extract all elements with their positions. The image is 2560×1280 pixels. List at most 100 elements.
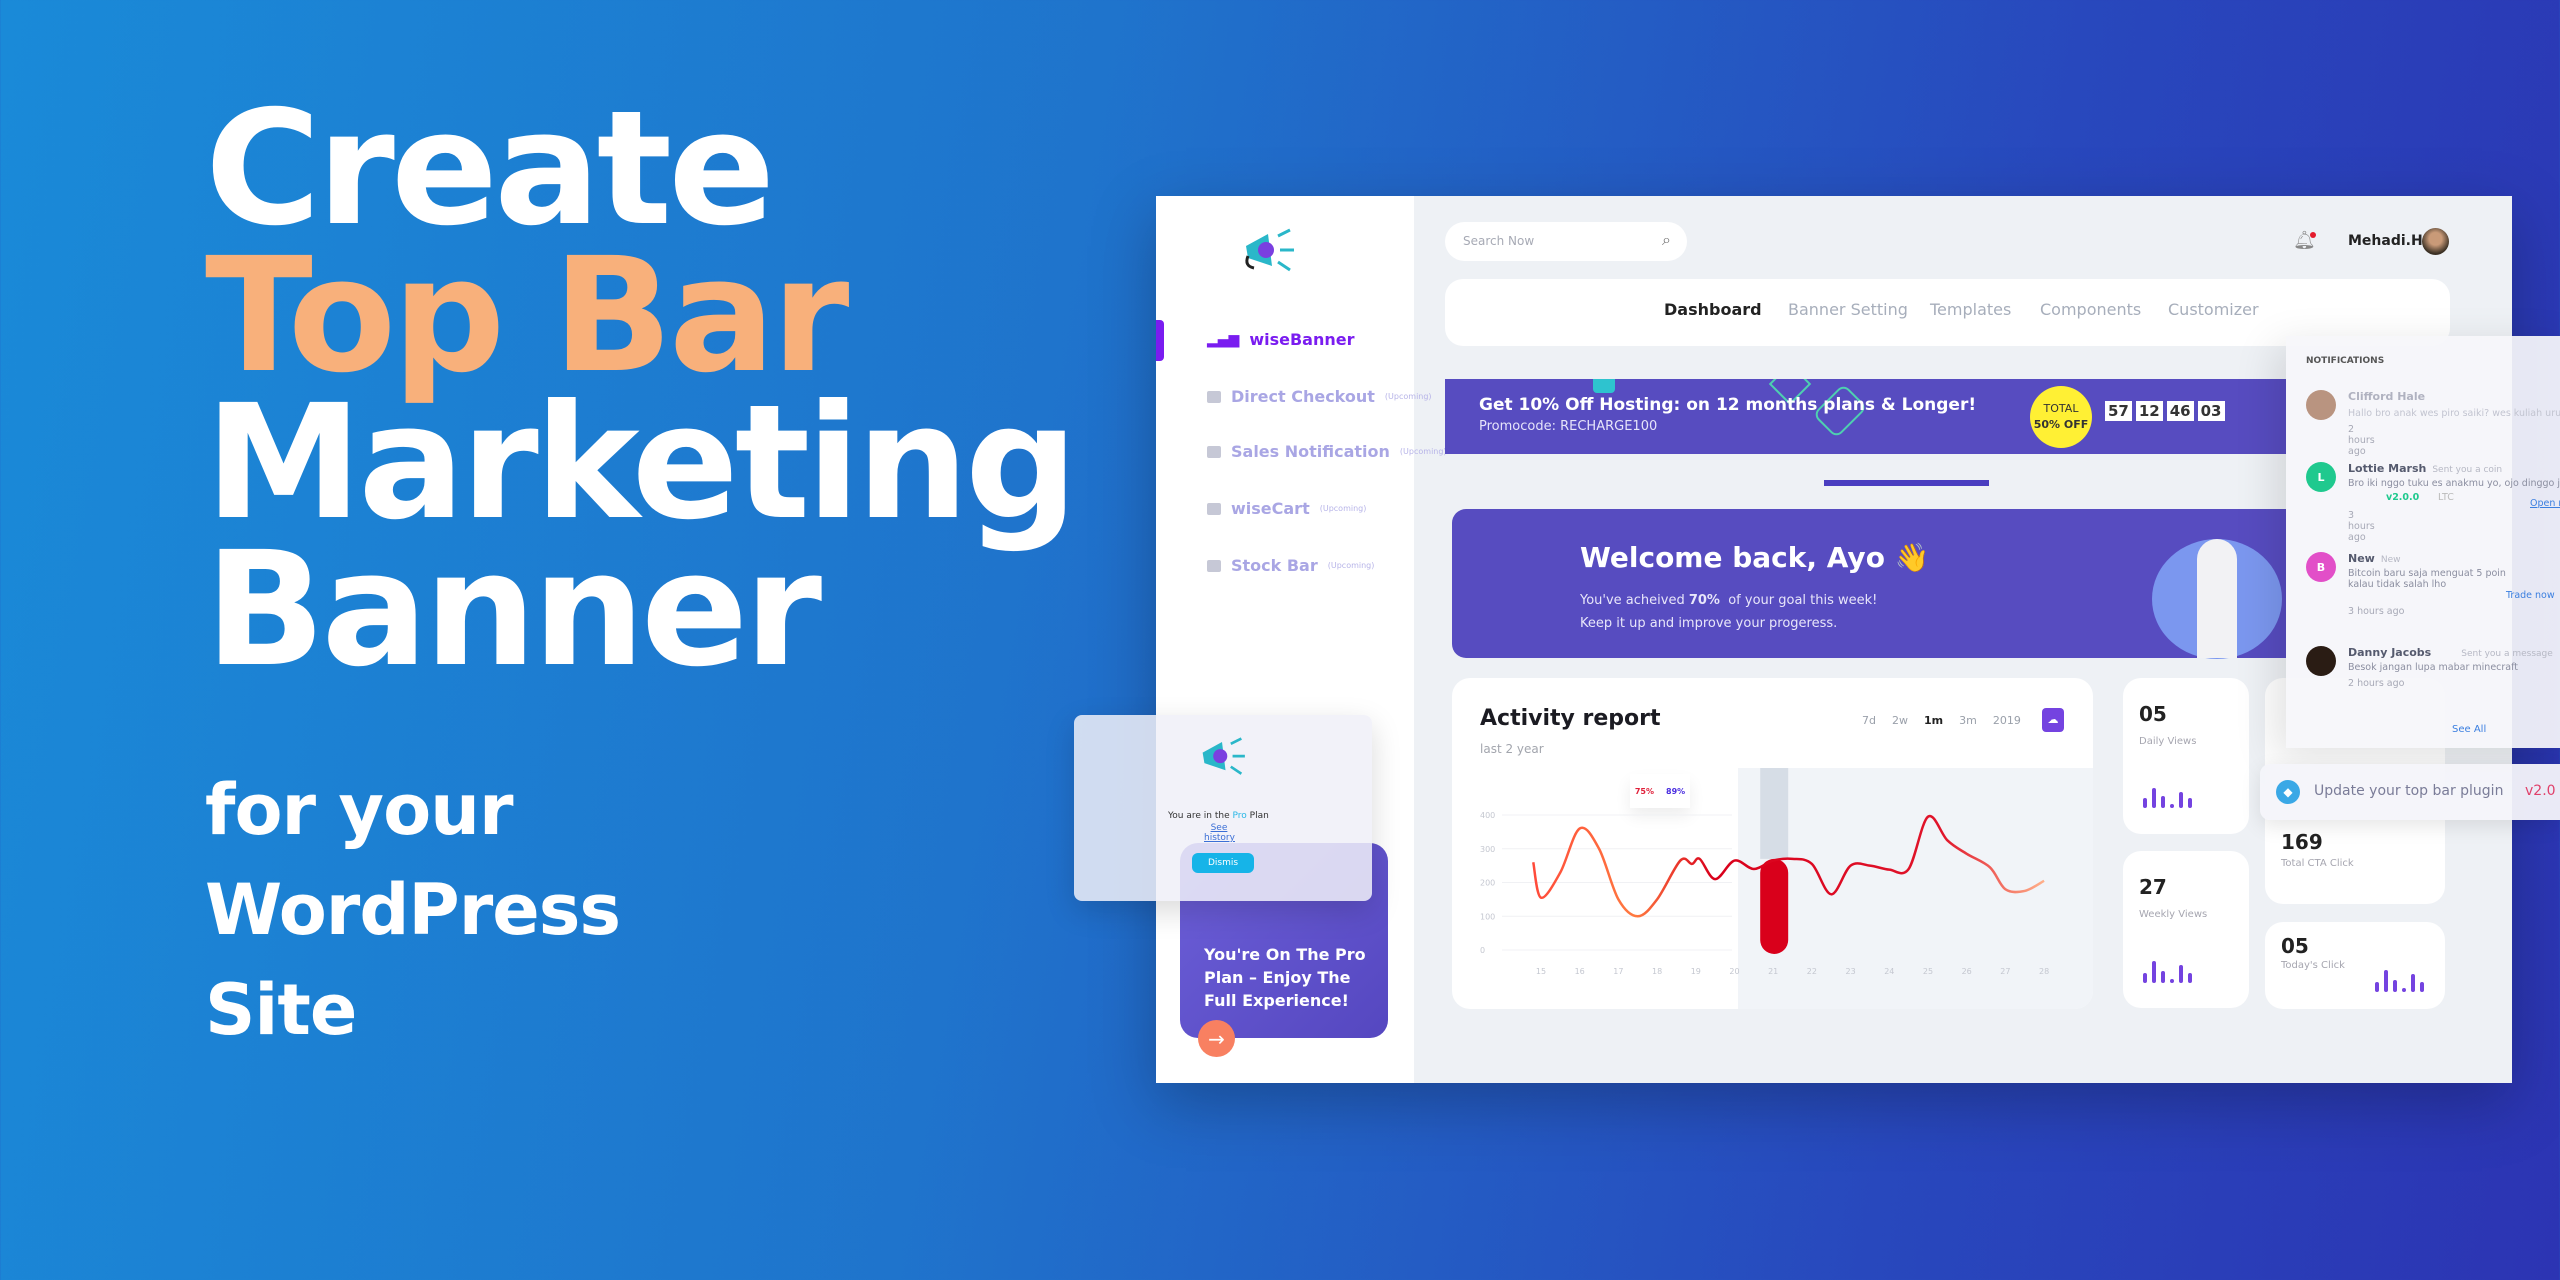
doctor-figure — [2197, 539, 2237, 658]
see-all-link[interactable]: See All — [2452, 724, 2486, 735]
stat-value: 169 — [2281, 830, 2323, 854]
promo-code: Promocode: RECHARGE100 — [1479, 419, 1658, 434]
x-tick-label: 28 — [2039, 967, 2049, 976]
highlight-column — [1760, 768, 1789, 859]
x-tick-label: 18 — [1652, 967, 1662, 976]
user-avatar[interactable] — [2422, 228, 2449, 255]
discount-badge: TOTAL 50% OFF — [2030, 386, 2092, 448]
notification-item[interactable]: Clifford Hale Hallo bro anak wes piro sa… — [2306, 390, 2560, 460]
notification-time: 3 hours ago — [2348, 510, 2375, 543]
sidebar-item-direct-checkout[interactable]: Direct Checkout (Upcoming) — [1207, 387, 1432, 406]
toast-text: Update your top bar plugin — [2314, 783, 2504, 799]
tab-templates[interactable]: Templates — [1930, 300, 2011, 319]
mini-bar-chart — [2143, 961, 2192, 983]
x-tick-label: 24 — [1884, 967, 1894, 976]
notification-message: Bitcoin baru saja menguat 5 poin kalau t… — [2348, 568, 2506, 590]
see-history-link[interactable]: See history — [1204, 823, 1235, 843]
x-tick-label: 27 — [2000, 967, 2010, 976]
search-input[interactable]: Search Now ⌕ — [1445, 222, 1687, 261]
bell-icon[interactable]: 🔔︎ — [2293, 230, 2316, 251]
tab-dashboard[interactable]: Dashboard — [1664, 300, 1762, 319]
sidebar-item-stock-bar[interactable]: Stock Bar (Upcoming) — [1207, 556, 1374, 575]
subheadline-line-3: Site — [205, 969, 357, 1051]
trade-now-link[interactable]: Trade now — [2506, 590, 2555, 601]
headline-line-2: Top Bar — [205, 224, 849, 408]
toast-version: v2.0 — [2525, 783, 2556, 799]
carousel-indicator[interactable] — [1824, 480, 1989, 486]
notifications-panel: NOTIFICATIONS Clifford Hale Hallo bro an… — [2286, 336, 2560, 748]
activity-report-card: Activity report last 2 year 7d 2w 1m 3m … — [1452, 678, 2093, 1009]
version-tag: v2.0.0 — [2386, 492, 2420, 503]
update-toast[interactable]: ◆ Update your top bar plugin v2.0 — [2260, 764, 2560, 820]
open-wallet-link[interactable]: Open my wallet — [2530, 498, 2560, 509]
pro-plan-text: You're On The Pro Plan – Enjoy The Full … — [1204, 945, 1366, 1010]
sidebar-item-wisebanner[interactable]: ▂▄▆ wiseBanner — [1207, 330, 1354, 349]
subheadline-line-1: for your — [205, 769, 514, 851]
active-indicator — [1156, 320, 1164, 361]
notification-item[interactable]: B New New Bitcoin baru saja menguat 5 poi… — [2306, 552, 2560, 622]
x-tick-label: 21 — [1768, 967, 1778, 976]
x-tick-label: 15 — [1536, 967, 1546, 976]
highlight-bar — [1760, 858, 1789, 954]
stat-value: 05 — [2139, 702, 2167, 726]
pro-plan-popup: You are in the Pro Plan See history Dism… — [1074, 715, 1372, 901]
bar-chart-icon: ▂▄▆ — [1207, 331, 1240, 348]
arrow-right-button[interactable]: → — [1198, 1020, 1235, 1057]
x-tick-label: 19 — [1691, 967, 1701, 976]
notification-message: Hallo bro anak wes piro saiki? wes kulia… — [2348, 408, 2560, 419]
headline-line-1: Create — [205, 77, 775, 261]
stat-card-weekly-views: 27 Weekly Views — [2123, 851, 2249, 1008]
avatar: L — [2306, 462, 2336, 492]
stat-label: Daily Views — [2139, 736, 2197, 747]
avatar — [2306, 646, 2336, 676]
notification-item[interactable]: L Lottie Marsh Sent you a coin Bro iki ng… — [2306, 462, 2560, 543]
grid-icon — [1207, 390, 1221, 403]
x-tick-label: 26 — [1962, 967, 1972, 976]
notification-name: Clifford Hale — [2348, 390, 2426, 403]
mini-bar-chart — [2375, 970, 2424, 992]
stat-label: Today's Click — [2281, 960, 2345, 971]
promo-banner: Get 10% Off Hosting: on 12 months plans … — [1445, 379, 2286, 454]
tab-banner-setting[interactable]: Banner Setting — [1788, 300, 1908, 319]
x-tick-label: 20 — [1729, 967, 1739, 976]
welcome-title: Welcome back, Ayo 👋 — [1580, 541, 1930, 574]
countdown-timer: 57 12 46 03 — [2105, 401, 2225, 421]
ethereum-icon: ◆ — [2276, 780, 2300, 804]
toggle-icon — [1207, 502, 1221, 515]
search-icon[interactable]: ⌕ — [1662, 230, 1671, 250]
notification-time: 2 hours ago — [2348, 424, 2375, 457]
stat-value: 27 — [2139, 875, 2167, 899]
activity-line — [1532, 814, 2045, 918]
sidebar-item-label: Direct Checkout — [1231, 387, 1375, 406]
sidebar-item-sales-notification[interactable]: Sales Notification (Upcoming) — [1207, 442, 1447, 461]
search-placeholder: Search Now — [1463, 234, 1535, 248]
upcoming-tag: (Upcoming) — [1399, 447, 1447, 456]
stat-label: Total CTA Click — [2281, 858, 2354, 869]
sidebar-item-label: wiseBanner — [1249, 330, 1355, 349]
sidebar-item-label: Sales Notification — [1231, 442, 1390, 461]
notification-message: Bro iki nggo tuku es anakmu yo, ojo ding… — [2348, 478, 2560, 489]
progress-text: Keep it up and improve your progeress. — [1580, 616, 1838, 631]
user-name[interactable]: Mehadi.H — [2348, 233, 2423, 249]
headline-line-4: Banner — [205, 518, 822, 702]
y-tick-label: 300 — [1480, 845, 1495, 854]
notification-time: 2 hours ago — [2348, 678, 2405, 689]
sidebar-item-label: Stock Bar — [1231, 556, 1318, 575]
mini-bar-chart — [2143, 788, 2192, 808]
subheadline-line-2: WordPress — [205, 869, 621, 951]
plan-status-text: You are in the Pro Plan — [1168, 811, 1269, 821]
tab-components[interactable]: Components — [2040, 300, 2141, 319]
notification-time: 3 hours ago — [2348, 606, 2405, 617]
sidebar-item-wisecart[interactable]: wiseCart (Upcoming) — [1207, 499, 1366, 518]
y-tick-label: 0 — [1480, 946, 1485, 955]
x-tick-label: 17 — [1613, 967, 1623, 976]
activity-chart: 400 300 200 100 0 15 16 17 18 19 20 21 22 23 24 25 26 27 2… — [1480, 768, 2049, 976]
y-tick-label: 200 — [1480, 879, 1495, 888]
tab-customizer[interactable]: Customizer — [2168, 300, 2259, 319]
notification-name: Lottie Marsh Sent you a coin — [2348, 462, 2503, 475]
x-tick-label: 23 — [1846, 967, 1856, 976]
dismiss-button[interactable]: Dismis — [1192, 853, 1254, 873]
avatar — [2306, 390, 2336, 420]
welcome-card: Welcome back, Ayo 👋 You've acheived 70% … — [1452, 509, 2286, 659]
notification-item[interactable]: Danny Jacobs Sent you a message Besok jan… — [2306, 646, 2560, 696]
